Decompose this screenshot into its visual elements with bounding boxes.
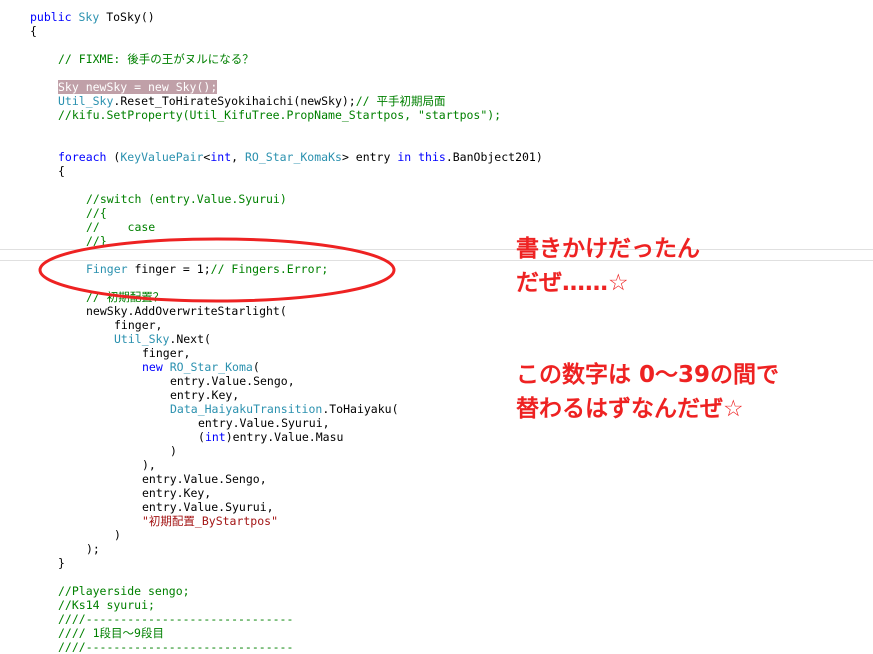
code-line: ////------------------------------ [58, 612, 294, 626]
code-line: ), [142, 458, 156, 472]
code-token: ( [198, 430, 205, 444]
code-token: .ToHaiyaku( [322, 402, 399, 416]
code-token: // 平手初期局面 [355, 94, 446, 108]
code-line: ////------------------------------ [58, 640, 294, 654]
code-editor[interactable]: public Sky ToSky() { // FIXME: 後手の王がヌルにな… [0, 0, 873, 654]
code-line: //// 1段目～9段目 [58, 626, 164, 640]
code-token: KeyValuePair [120, 150, 204, 164]
code-line: entry.Key, [170, 388, 240, 402]
code-line: // case [86, 220, 156, 234]
code-token: , [231, 150, 245, 164]
annotation-text: 替わるはずなんだぜ☆ [516, 396, 744, 422]
code-line: //Playerside sengo; [58, 584, 190, 598]
code-line: { [58, 164, 65, 178]
code-line: finger, [114, 318, 163, 332]
code-line: Data_HaiyakuTransition.ToHaiyaku( [170, 402, 399, 416]
code-token: > entry [341, 150, 398, 164]
code-token: in [397, 150, 412, 164]
highlight-ellipse [38, 237, 396, 303]
code-token: RO_Star_Koma [169, 360, 253, 374]
code-line: //Ks14 syurui; [58, 598, 155, 612]
code-line: { [30, 24, 37, 38]
code-line: (int)entry.Value.Masu [198, 430, 343, 444]
code-line: //{ [86, 206, 107, 220]
annotation-text: だぜ……☆ [516, 270, 629, 296]
code-token: Util_Sky [58, 94, 114, 108]
code-line: entry.Value.Syurui, [142, 500, 274, 514]
code-token: .BanObject201) [445, 150, 543, 164]
code-line: entry.Value.Sengo, [142, 472, 267, 486]
code-line: Sky newSky = new Sky(); [58, 80, 218, 94]
code-line: ); [86, 542, 100, 556]
code-token: Data_HaiyakuTransition [170, 402, 323, 416]
code-line: finger, [142, 346, 191, 360]
code-token: RO_Star_KomaKs [245, 150, 342, 164]
code-line: Util_Sky.Reset_ToHirateSyokihaichi(newSk… [58, 94, 446, 108]
code-line: public Sky ToSky() [30, 10, 155, 24]
code-token: Util_Sky [114, 332, 170, 346]
code-line: entry.Value.Syurui, [198, 416, 330, 430]
annotation-text: 書きかけだったん [516, 236, 700, 262]
code-line: ) [114, 528, 121, 542]
code-token: ToSky() [106, 10, 155, 24]
code-token: int [210, 150, 232, 164]
code-line: // FIXME: 後手の王がヌルになる？ [58, 52, 254, 66]
code-line: newSky.AddOverwriteStarlight( [86, 304, 287, 318]
code-line: //switch (entry.Value.Syurui) [86, 192, 287, 206]
code-token: this [418, 150, 446, 164]
annotation-text: この数字は 0～39の間で [516, 362, 780, 388]
code-line: foreach (KeyValuePair<int, RO_Star_KomaK… [58, 150, 543, 164]
code-line: } [58, 556, 65, 570]
code-line: "初期配置_ByStartpos" [142, 514, 279, 528]
code-token: public [30, 10, 72, 24]
code-token: ( [106, 150, 121, 164]
selected-text: Sky newSky = new Sky(); [58, 80, 218, 94]
code-token: Sky [78, 10, 100, 24]
code-token: )entry.Value.Masu [225, 430, 344, 444]
code-token: ( [252, 360, 260, 374]
code-line: entry.Value.Sengo, [170, 374, 295, 388]
code-line: entry.Key, [142, 486, 212, 500]
code-line: Util_Sky.Next( [114, 332, 211, 346]
annotation-note-2: この数字は 0～39の間で 替わるはずなんだぜ☆ [516, 358, 779, 426]
code-token: .Next( [169, 332, 211, 346]
code-token: int [204, 430, 226, 444]
code-line: new RO_Star_Koma( [142, 360, 260, 374]
code-line: ) [170, 444, 177, 458]
code-line: //kifu.SetProperty(Util_KifuTree.PropNam… [58, 108, 502, 122]
code-token: foreach [58, 150, 107, 164]
annotation-note-1: 書きかけだったん だぜ……☆ [516, 232, 700, 300]
code-token: new [142, 360, 163, 374]
code-token: .Reset_ToHirateSyokihaichi(newSky); [113, 94, 356, 108]
